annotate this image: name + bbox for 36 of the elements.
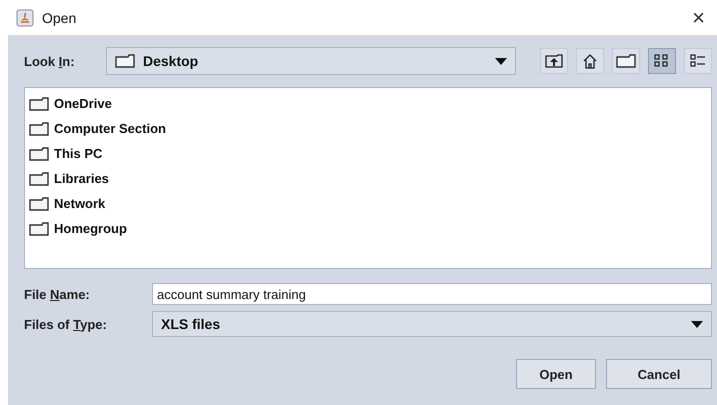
toolbar-button[interactable] xyxy=(540,48,568,74)
toolbar-button[interactable] xyxy=(684,48,712,74)
look-in-label: Look In: xyxy=(24,54,76,68)
file-type-label: Files of Type: xyxy=(24,316,108,332)
open-button[interactable]: Open xyxy=(516,359,596,389)
caret-icon xyxy=(495,58,507,64)
toolbar-button[interactable] xyxy=(612,48,640,74)
file-list-item[interactable]: Network xyxy=(54,196,106,211)
file-list-item[interactable]: OneDrive xyxy=(54,96,112,111)
toolbar-button[interactable] xyxy=(576,48,604,74)
grid-view-icon xyxy=(654,54,670,68)
folder-icon xyxy=(29,96,49,110)
file-type-dropdown[interactable]: XLS files xyxy=(152,311,712,337)
folder-icon xyxy=(29,172,49,186)
window-title: Open xyxy=(42,10,78,26)
file-list-item[interactable]: Homegroup xyxy=(54,221,127,236)
file-list-item[interactable]: This PC xyxy=(54,146,102,161)
cancel-button[interactable]: Cancel xyxy=(606,359,712,389)
file-name-label: File Name: xyxy=(24,286,91,302)
app-icon xyxy=(16,8,34,26)
file-list-item[interactable]: Computer Section xyxy=(54,121,166,136)
caret-icon xyxy=(691,320,703,328)
folder-icon xyxy=(616,54,636,68)
upload-folder-icon xyxy=(545,54,563,68)
folder-icon xyxy=(115,54,135,68)
list-view-icon xyxy=(690,54,706,68)
file-name-field[interactable]: account summary training xyxy=(152,283,712,305)
home-icon xyxy=(582,54,598,68)
folder-icon xyxy=(29,196,49,210)
file-list-item[interactable]: Libraries xyxy=(54,171,109,186)
folder-icon xyxy=(29,122,49,136)
close-button[interactable]: × xyxy=(688,4,709,30)
look-in-dropdown[interactable]: Desktop xyxy=(106,47,516,75)
toolbar-button[interactable] xyxy=(648,48,676,74)
folder-icon xyxy=(29,146,49,160)
folder-icon xyxy=(29,222,49,236)
